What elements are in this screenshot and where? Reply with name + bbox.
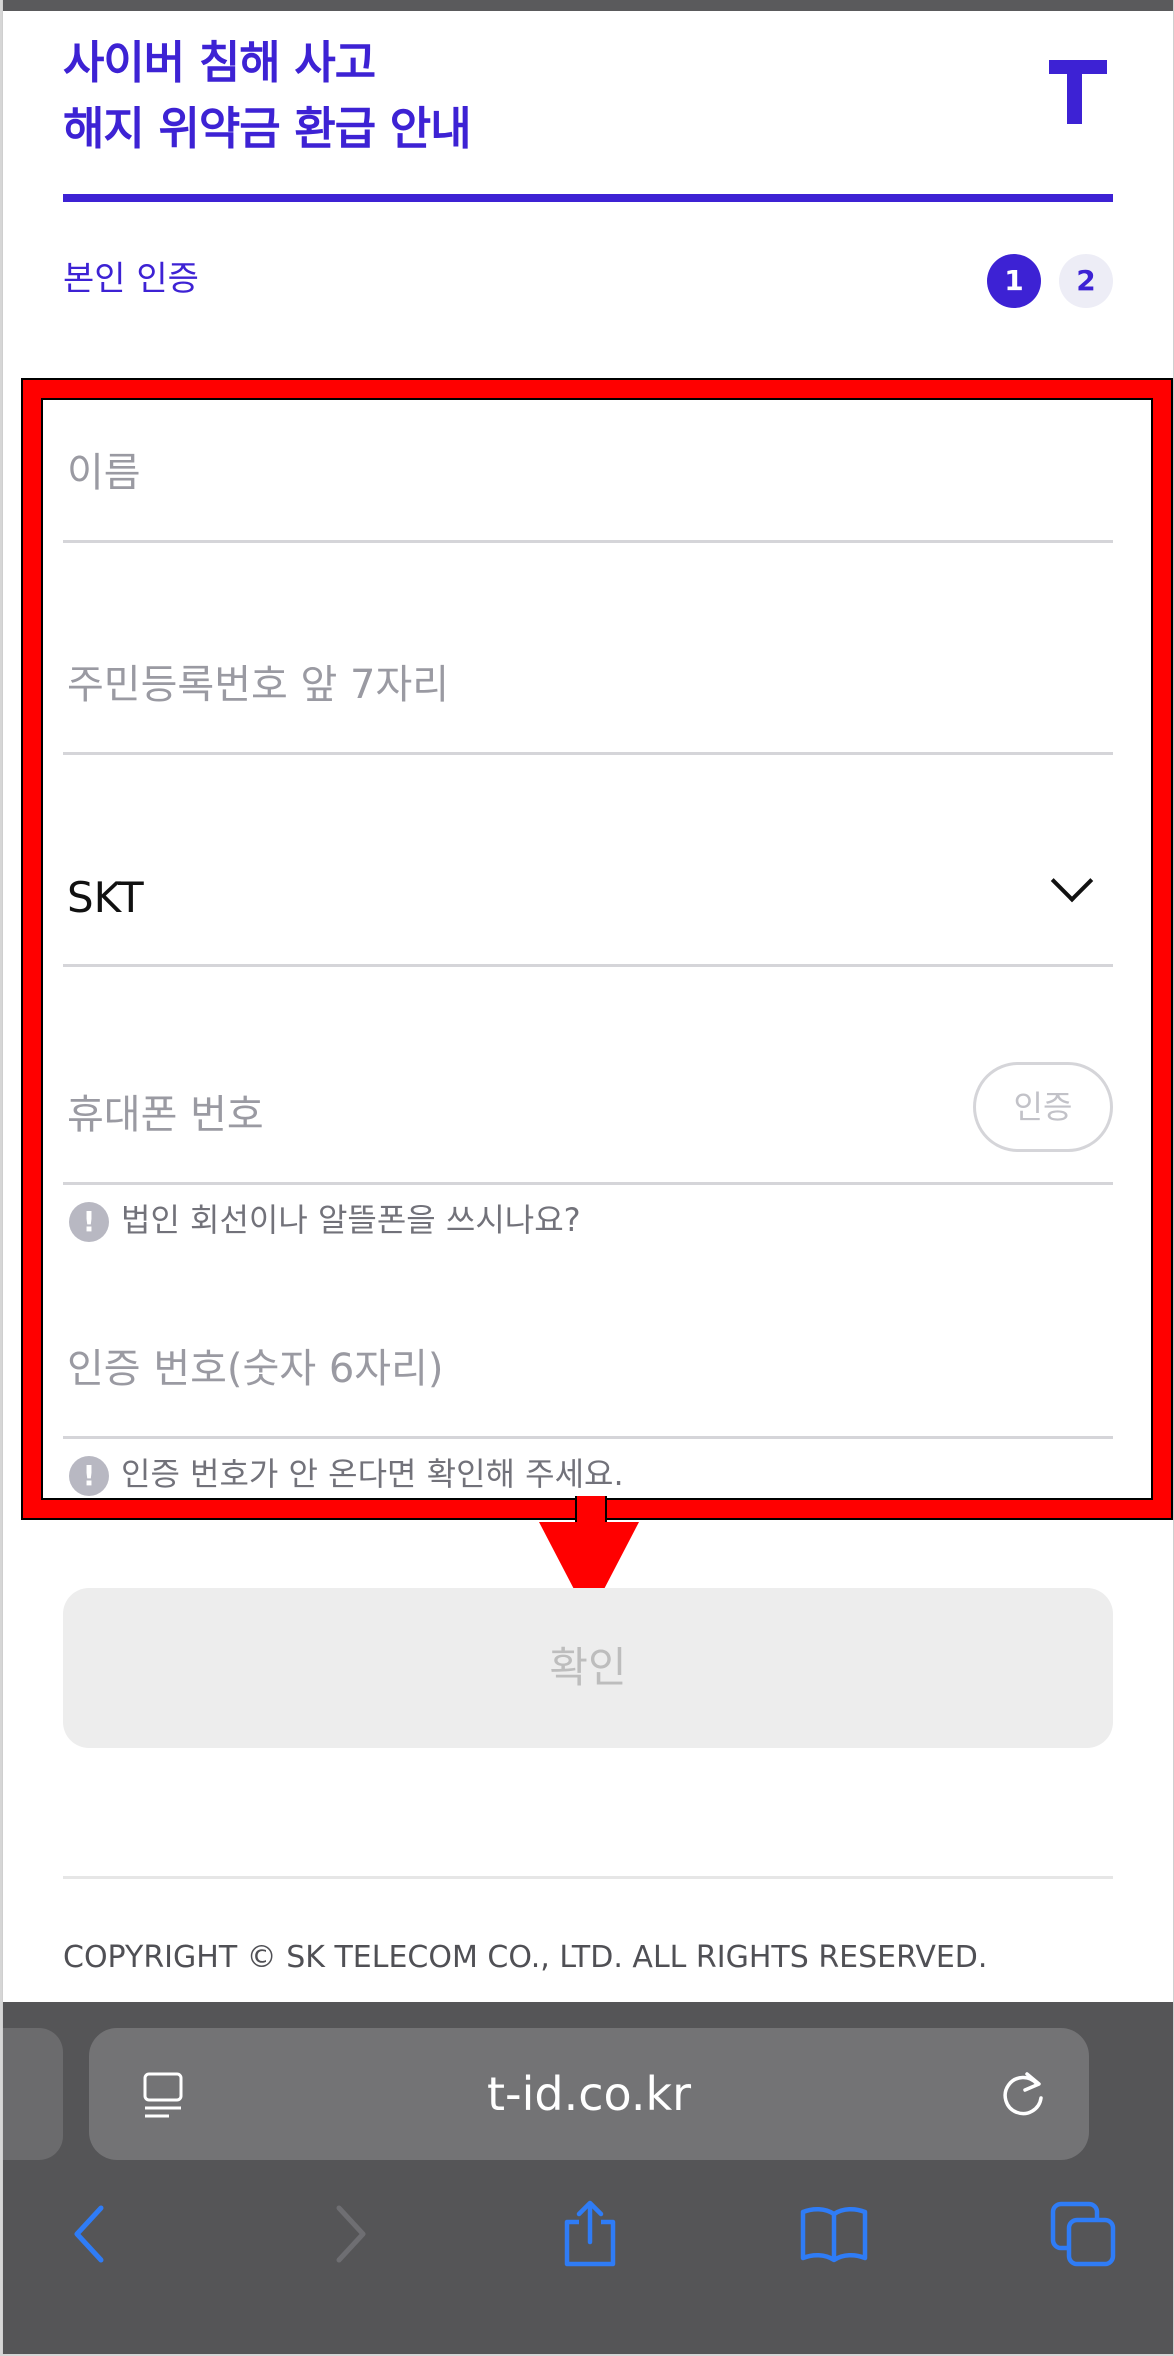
bookmarks-icon[interactable]: [799, 2198, 869, 2268]
step-indicator-1: 1: [987, 254, 1041, 308]
status-strip: [3, 0, 1173, 11]
back-icon[interactable]: [57, 2198, 127, 2268]
page: 사이버 침해 사고 해지 위약금 환급 안내 본인 인증 1 2 이름 주민등록…: [2, 0, 1174, 2354]
previous-tab-preview[interactable]: [3, 2028, 63, 2160]
url-text: t-id.co.kr: [486, 2067, 692, 2121]
t-logo-icon: [1049, 60, 1107, 124]
header-divider: [63, 194, 1113, 202]
reload-icon[interactable]: [997, 2068, 1049, 2120]
step-indicator-2: 2: [1059, 254, 1113, 308]
browser-chrome: t-id.co.kr: [3, 2002, 1173, 2354]
annotation-highlight-box: [23, 380, 1171, 1518]
title-line-1: 사이버 침해 사고: [63, 36, 376, 89]
title-line-2: 해지 위약금 환급 안내: [63, 102, 472, 155]
tabs-icon[interactable]: [1049, 2198, 1119, 2268]
section-label: 본인 인증: [63, 259, 199, 299]
page-title: 사이버 침해 사고 해지 위약금 환급 안내: [63, 30, 472, 162]
share-icon[interactable]: [555, 2198, 625, 2268]
address-bar[interactable]: t-id.co.kr: [89, 2028, 1089, 2160]
forward-icon[interactable]: [313, 2198, 383, 2268]
footer-divider: [63, 1876, 1113, 1879]
copyright-text: COPYRIGHT © SK TELECOM CO., LTD. ALL RIG…: [63, 1940, 988, 1975]
confirm-button[interactable]: 확인: [63, 1588, 1113, 1748]
